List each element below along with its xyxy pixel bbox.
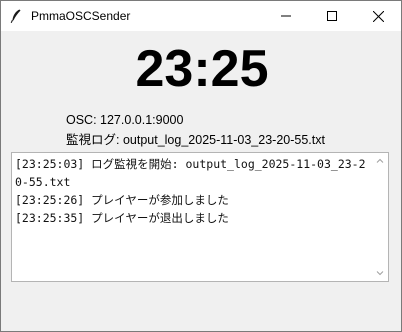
feather-icon [10,9,21,24]
window-title: PmmaOSCSender [31,9,131,23]
log-scrollbar[interactable] [372,153,388,281]
chevron-up-icon[interactable] [375,156,385,166]
watched-log-label: 監視ログ: output_log_2025-11-03_23-20-55.txt [66,133,325,147]
close-icon [372,10,384,22]
log-line: [23:25:35] プレイヤーが退出しました [15,211,229,225]
log-textarea[interactable]: [23:25:03] ログ監視を開始: output_log_2025-11-0… [11,152,389,282]
minimize-button[interactable] [263,1,309,31]
maximize-icon [327,11,337,21]
log-line: [23:25:26] プレイヤーが参加しました [15,193,229,207]
minimize-icon [281,15,291,17]
title-bar[interactable]: PmmaOSCSender [1,1,401,31]
osc-address-label: OSC: 127.0.0.1:9000 [66,113,184,127]
maximize-button[interactable] [309,1,355,31]
close-button[interactable] [355,1,401,31]
log-line: [23:25:03] ログ監視を開始: output_log_2025-11-0… [15,157,366,189]
clock-display: 23:25 [135,40,269,98]
chevron-down-icon[interactable] [375,268,385,278]
log-content: [23:25:03] ログ監視を開始: output_log_2025-11-0… [15,155,370,227]
app-window: PmmaOSCSender 23:25 OSC: 127.0.0.1:9000 … [0,0,402,332]
